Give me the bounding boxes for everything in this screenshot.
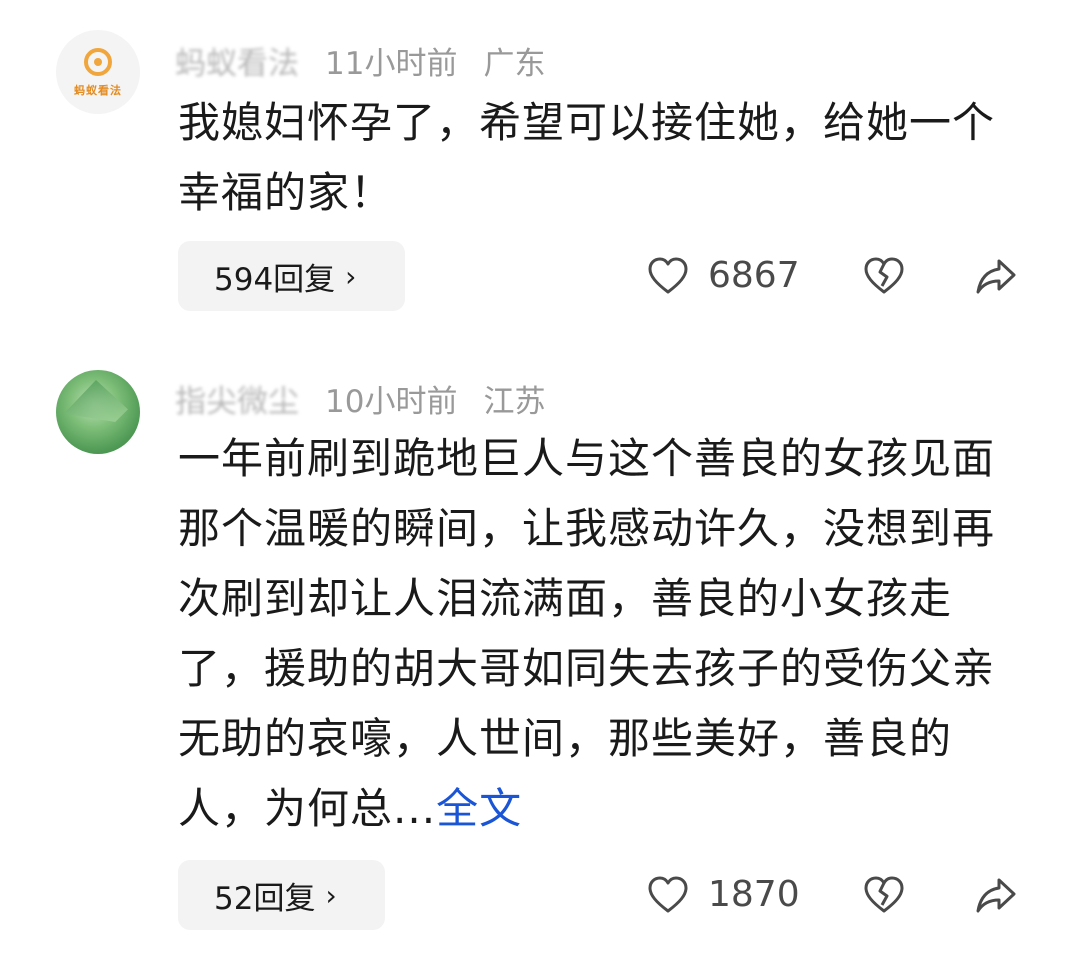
heart-outline-icon[interactable]: [646, 254, 690, 298]
comment-body: 我媳妇怀孕了，希望可以接住她，给她一个幸福的家！: [178, 98, 996, 217]
avatar[interactable]: [56, 370, 140, 454]
logo-mark-icon: [84, 48, 112, 76]
comment-text[interactable]: 一年前刷到跪地巨人与这个善良的女孩见面那个温暖的瞬间，让我感动许久，没想到再次刷…: [178, 424, 1008, 844]
comment-meta: 指尖微尘 10小时前 江苏: [175, 376, 545, 420]
avatar[interactable]: 蚂蚁看法: [56, 30, 140, 114]
avatar-image: [64, 380, 128, 422]
comment-time: 11小时前: [325, 45, 458, 82]
username[interactable]: 指尖微尘: [175, 376, 299, 421]
like-count: 1870: [708, 874, 800, 915]
full-text-link[interactable]: 全文: [436, 784, 522, 833]
reply-label: 52回复: [214, 880, 316, 917]
chevron-right-icon: ›: [325, 878, 337, 912]
reply-button[interactable]: 594回复 ›: [178, 241, 405, 311]
chevron-right-icon: ›: [345, 259, 357, 293]
comment-item: 蚂蚁看法 蚂蚁看法 11小时前 广东 我媳妇怀孕了，希望可以接住她，给她一个幸福…: [0, 0, 1080, 320]
comment-time: 10小时前: [325, 383, 458, 420]
comment-meta: 蚂蚁看法 11小时前 广东: [175, 38, 545, 82]
reply-label: 594回复: [214, 261, 336, 298]
like-count: 6867: [708, 255, 800, 296]
comment-text[interactable]: 我媳妇怀孕了，希望可以接住她，给她一个幸福的家！: [178, 88, 1008, 228]
username[interactable]: 蚂蚁看法: [175, 38, 299, 83]
comment-location: 广东: [483, 45, 546, 82]
heart-outline-icon[interactable]: [646, 873, 690, 917]
reply-button[interactable]: 52回复 ›: [178, 860, 385, 930]
comment-location: 江苏: [483, 383, 546, 420]
broken-heart-icon[interactable]: [862, 873, 906, 917]
comment-item: 指尖微尘 10小时前 江苏 一年前刷到跪地巨人与这个善良的女孩见面那个温暖的瞬间…: [0, 340, 1080, 954]
share-arrow-icon[interactable]: [974, 873, 1018, 917]
avatar-logo-text: 蚂蚁看法: [74, 84, 122, 97]
broken-heart-icon[interactable]: [862, 254, 906, 298]
comment-body: 一年前刷到跪地巨人与这个善良的女孩见面那个温暖的瞬间，让我感动许久，没想到再次刷…: [178, 434, 996, 833]
share-arrow-icon[interactable]: [974, 254, 1018, 298]
